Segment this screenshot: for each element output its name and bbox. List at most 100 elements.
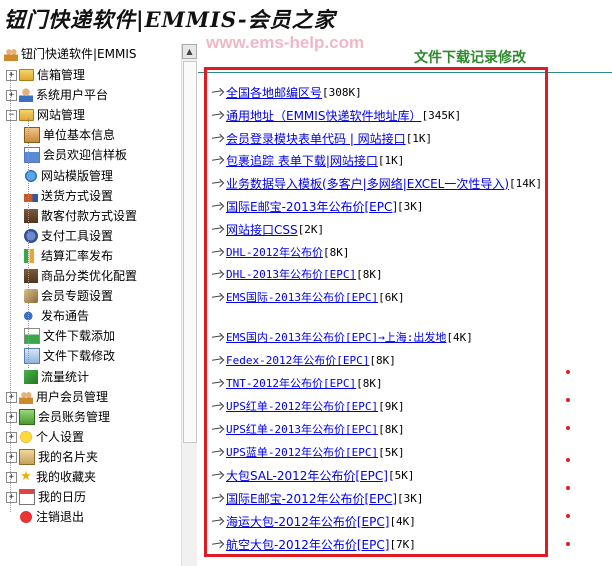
sidebar-item[interactable]: + 系统用户平台 bbox=[6, 86, 108, 104]
sidebar-item[interactable]: 发布通告 bbox=[24, 307, 89, 325]
sidebar-item[interactable]: + 信箱管理 bbox=[6, 66, 85, 84]
file-link[interactable]: Fedex-2012年公布价[EPC] bbox=[226, 352, 369, 368]
sidebar-item[interactable]: + ★ 我的收藏夹 bbox=[6, 468, 96, 486]
sidebar-item-label: 用户会员管理 bbox=[36, 390, 109, 404]
pointer-arrow-icon bbox=[212, 332, 224, 342]
expand-icon[interactable]: + bbox=[6, 69, 17, 81]
collapse-icon[interactable]: − bbox=[6, 109, 17, 121]
pointer-arrow-icon bbox=[212, 269, 224, 279]
expand-icon[interactable]: + bbox=[6, 89, 17, 101]
file-link[interactable]: TNT-2012年公布价[EPC] bbox=[226, 375, 356, 391]
sidebar-tree: 钮门快递软件|EMMIS + 信箱管理 + 系统用户平台 − 网站管理单位基本信息 会员欢迎… bbox=[0, 44, 196, 566]
sidebar-item-label: 文件下载添加 bbox=[43, 329, 116, 343]
file-link[interactable]: EMS国际-2013年公布价[EPC] bbox=[226, 289, 378, 305]
sidebar-item[interactable]: 文件下载添加 bbox=[24, 327, 115, 345]
file-size: [6K] bbox=[378, 290, 405, 304]
red-dot bbox=[566, 542, 570, 546]
file-link[interactable]: 国际E邮宝-2012年公布价[EPC] bbox=[226, 490, 397, 507]
file-link[interactable]: DHL-2013年公布价[EPC] bbox=[226, 266, 356, 282]
file-size: [308K] bbox=[322, 85, 362, 99]
file-row: DHL-2012年公布价 [8K] bbox=[212, 241, 349, 263]
sidebar-item[interactable]: 送货方式设置 bbox=[24, 187, 113, 205]
file-link[interactable]: 通用地址（EMMIS快递软件地址库） bbox=[226, 107, 421, 124]
file-link[interactable]: UPS蓝单-2012年公布价[EPC] bbox=[226, 444, 378, 460]
file-size: [9K] bbox=[378, 399, 405, 413]
file-link[interactable]: UPS红单-2013年公布价[EPC] bbox=[226, 421, 378, 437]
pointer-arrow-icon bbox=[212, 378, 224, 388]
sidebar-item[interactable]: 商品分类优化配置 bbox=[24, 267, 137, 285]
pointer-arrow-icon bbox=[212, 447, 224, 457]
sidebar-item[interactable]: 支付工具设置 bbox=[24, 227, 113, 245]
sidebar-item[interactable]: + 用户会员管理 bbox=[6, 388, 108, 406]
sidebar-scrollbar[interactable]: ▲ bbox=[181, 44, 197, 566]
card-icon bbox=[24, 147, 40, 163]
scroll-thumb[interactable] bbox=[183, 61, 197, 443]
sidebar-item[interactable]: 散客付款方式设置 bbox=[24, 207, 137, 225]
file-row: 航空大包-2012年公布价[EPC] [7K] bbox=[212, 533, 416, 555]
sidebar-item-label: 单位基本信息 bbox=[43, 128, 116, 142]
expand-icon[interactable]: + bbox=[6, 411, 17, 423]
file-link[interactable]: 网站接口CSS bbox=[226, 221, 298, 238]
file-link[interactable]: 国际E邮宝-2013年公布价[EPC] bbox=[226, 198, 397, 215]
file-row: UPS红单-2012年公布价[EPC] [9K] bbox=[212, 395, 405, 417]
file-row: 大包SAL-2012年公布价[EPC] [5K] bbox=[212, 464, 414, 486]
file-row: EMS国际-2013年公布价[EPC] [6K] bbox=[212, 286, 405, 308]
sidebar-item[interactable]: − 网站管理 bbox=[6, 106, 85, 124]
sidebar-item-label: 会员欢迎信样板 bbox=[43, 148, 128, 162]
calendar-icon bbox=[19, 489, 35, 505]
file-link[interactable]: 业务数据导入模板(多客户|多网络|EXCEL一次性导入) bbox=[226, 175, 509, 192]
red-dot bbox=[566, 486, 570, 490]
expand-icon[interactable]: + bbox=[6, 451, 17, 463]
file-link[interactable]: 会员登录模块表单代码 | 网站接口 bbox=[226, 130, 406, 147]
expand-icon[interactable]: + bbox=[6, 491, 17, 503]
sidebar-item[interactable]: 网站模版管理 bbox=[24, 167, 113, 185]
file-link[interactable]: UPS红单-2012年公布价[EPC] bbox=[226, 398, 378, 414]
scroll-up-button[interactable]: ▲ bbox=[182, 44, 197, 59]
file-link[interactable]: 大包SAL-2012年公布价[EPC] bbox=[226, 467, 388, 484]
expand-icon[interactable]: + bbox=[6, 431, 17, 443]
file-link[interactable]: 包裹追踪 表单下载|网站接口 bbox=[226, 152, 378, 169]
file-link[interactable]: 航空大包-2012年公布价[EPC] bbox=[226, 536, 389, 553]
sidebar-item-label: 会员账务管理 bbox=[38, 410, 111, 424]
file-size: [1K] bbox=[405, 131, 433, 145]
file-size: [3K] bbox=[397, 491, 424, 505]
file-row: 国际E邮宝-2013年公布价[EPC] [3K] bbox=[212, 195, 424, 217]
shop-icon bbox=[24, 127, 40, 143]
file-link[interactable]: 全国各地邮编区号 bbox=[226, 84, 322, 101]
pointer-arrow-icon bbox=[212, 247, 224, 257]
chart-icon bbox=[24, 249, 38, 263]
sidebar-item[interactable]: 会员专题设置 bbox=[24, 287, 113, 305]
pointer-arrow-icon bbox=[212, 110, 224, 120]
file-link[interactable]: EMS国内-2013年公布价[EPC]→上海:出发地 bbox=[226, 329, 446, 345]
expand-icon[interactable]: + bbox=[6, 391, 17, 403]
pointer-arrow-icon bbox=[212, 155, 224, 165]
people-icon bbox=[19, 390, 33, 404]
file-size: [8K] bbox=[322, 245, 350, 259]
sidebar-item[interactable]: 结算汇率发布 bbox=[24, 247, 113, 265]
sidebar-item[interactable]: 文件下载修改 bbox=[24, 347, 115, 365]
file-size: [4K] bbox=[389, 514, 416, 528]
file-size: [2K] bbox=[297, 222, 325, 236]
file-row: 包裹追踪 表单下载|网站接口 [1K] bbox=[212, 149, 404, 171]
sidebar-item[interactable]: 会员欢迎信样板 bbox=[24, 146, 127, 164]
expand-icon[interactable]: + bbox=[6, 471, 17, 483]
money-icon bbox=[19, 409, 35, 425]
pointer-arrow-icon bbox=[212, 516, 224, 526]
people-icon bbox=[4, 47, 18, 61]
sidebar-item-label: 发布通告 bbox=[41, 309, 90, 323]
sidebar-item[interactable]: + 我的名片夹 bbox=[6, 448, 98, 466]
tree-root[interactable]: 钮门快递软件|EMMIS bbox=[4, 45, 137, 63]
sidebar-item[interactable]: 流量统计 bbox=[24, 368, 89, 386]
pointer-arrow-icon bbox=[212, 201, 224, 211]
file-size: [5K] bbox=[378, 445, 405, 459]
sidebar-item-label: 个人设置 bbox=[36, 430, 85, 444]
sidebar-item[interactable]: 注销退出 bbox=[6, 508, 84, 526]
sidebar-item[interactable]: + 个人设置 bbox=[6, 428, 84, 446]
file-link[interactable]: DHL-2012年公布价 bbox=[226, 244, 323, 260]
download-icon bbox=[24, 328, 40, 344]
sidebar-item[interactable]: 单位基本信息 bbox=[24, 126, 115, 144]
file-link[interactable]: 海运大包-2012年公布价[EPC] bbox=[226, 513, 389, 530]
sidebar-item[interactable]: + 会员账务管理 bbox=[6, 408, 110, 426]
file-row: 国际E邮宝-2012年公布价[EPC] [3K] bbox=[212, 487, 424, 509]
sidebar-item[interactable]: + 我的日历 bbox=[6, 488, 86, 506]
